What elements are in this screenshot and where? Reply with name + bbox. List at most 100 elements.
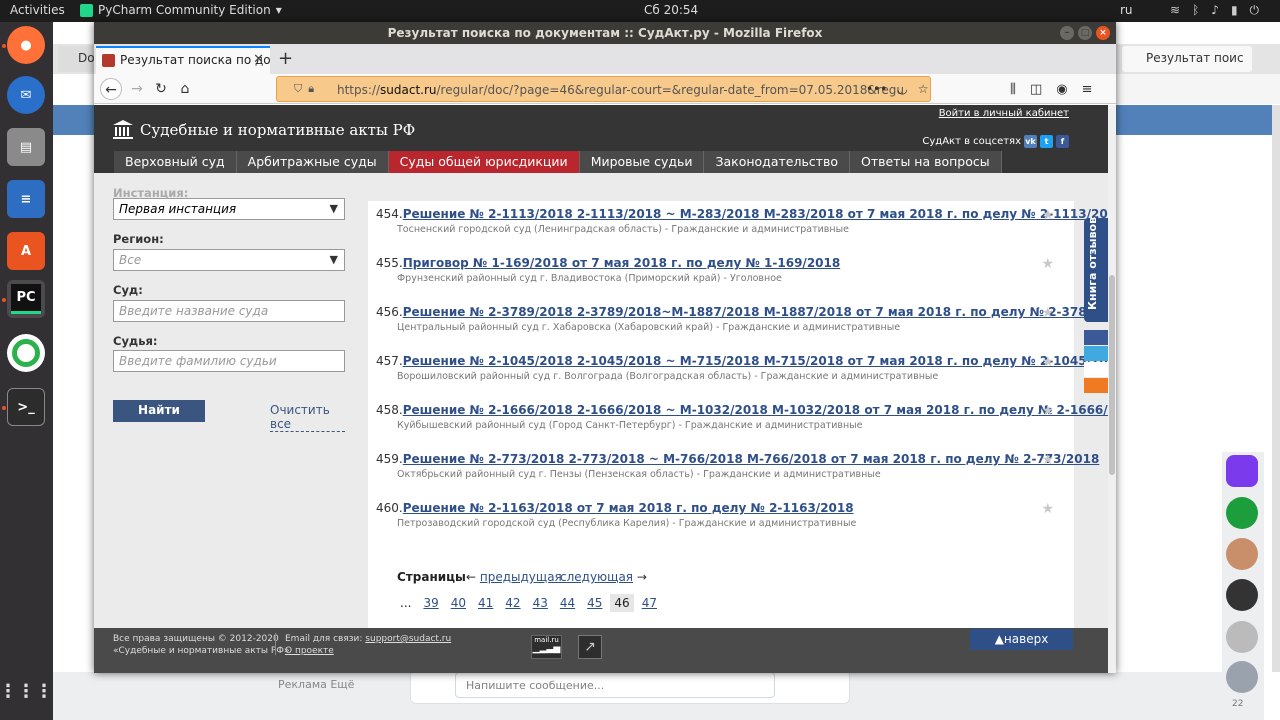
battery-icon[interactable]: ▮	[1231, 3, 1238, 18]
prev-page-link[interactable]: предыдущая	[480, 570, 562, 584]
tab-close-icon[interactable]: ✕	[253, 52, 264, 67]
favorite-star-icon[interactable]: ★	[1041, 305, 1054, 321]
favorite-star-icon[interactable]: ★	[1041, 207, 1054, 223]
close-button[interactable]: ×	[1096, 26, 1110, 40]
region-select[interactable]: Все ▼	[113, 249, 345, 271]
menu-item-supreme-court[interactable]: Верховный суд	[114, 151, 237, 173]
menu-item-legislation[interactable]: Законодательство	[704, 151, 850, 173]
background-tab-left[interactable]: Do	[58, 46, 94, 72]
background-scrollbar[interactable]	[1272, 105, 1280, 672]
result-link[interactable]: Приговор № 1-169/2018 от 7 мая 2018 г. п…	[403, 256, 841, 270]
chat-avatar[interactable]	[1226, 455, 1258, 487]
page-link[interactable]: 41	[474, 594, 497, 612]
new-tab-button[interactable]: +	[278, 48, 293, 69]
firefox-icon[interactable]: ●	[7, 26, 45, 64]
chat-avatar[interactable]	[1226, 621, 1258, 653]
power-icon[interactable]: ⏻	[1250, 3, 1260, 18]
files-icon[interactable]: ▤	[7, 128, 45, 166]
to-top-button[interactable]: ▲наверх	[970, 629, 1073, 650]
menu-item-general-courts[interactable]: Суды общей юрисдикции	[388, 151, 580, 173]
result-link[interactable]: Решение № 2-1666/2018 2-1666/2018 ~ М-10…	[403, 403, 1108, 417]
pagination-next[interactable]: следующая →	[560, 570, 647, 584]
ad-links[interactable]: Реклама Ещё	[278, 678, 354, 691]
page-actions-menu[interactable]: •••	[866, 82, 887, 96]
back-button[interactable]: ←	[100, 78, 122, 100]
judge-input[interactable]: Введите фамилию судьи	[113, 350, 345, 372]
page-link[interactable]: 40	[447, 594, 470, 612]
favorite-star-icon[interactable]: ★	[1041, 403, 1054, 419]
clear-all-link[interactable]: Очистить все	[270, 403, 345, 432]
feedback-tab[interactable]: Книга отзывов	[1084, 217, 1108, 322]
software-center-icon[interactable]: A	[7, 232, 45, 270]
vk-icon[interactable]: vk	[1024, 135, 1037, 148]
account-icon[interactable]: ◉	[1056, 82, 1067, 97]
bookmark-star-icon[interactable]: ☆	[918, 82, 929, 96]
library-icon[interactable]: ⫼	[1010, 82, 1016, 97]
scrollbar-thumb[interactable]	[1109, 275, 1115, 475]
background-tab-right[interactable]: Результат поис	[1122, 46, 1252, 72]
email-link[interactable]: support@sudact.ru	[365, 634, 451, 644]
side-facebook-button[interactable]	[1084, 330, 1108, 345]
side-ok-button[interactable]	[1084, 378, 1108, 393]
writer-icon[interactable]: ≡	[7, 180, 45, 218]
page-link[interactable]: 45	[583, 594, 606, 612]
result-link[interactable]: Решение № 2-1045/2018 2-1045/2018 ~ М-71…	[403, 354, 1108, 368]
about-link[interactable]: О проекте	[285, 645, 451, 657]
court-input[interactable]: Введите название суда	[113, 300, 345, 322]
home-button[interactable]: ⌂	[174, 78, 196, 100]
page-link[interactable]: 43	[529, 594, 552, 612]
instance-select[interactable]: Первая инстанция ▼	[113, 198, 345, 220]
page-link[interactable]: 47	[638, 594, 661, 612]
result-link[interactable]: Решение № 2-1113/2018 2-1113/2018 ~ М-28…	[403, 207, 1108, 221]
window-titlebar[interactable]: Результат поиска по документам :: СудАкт…	[94, 22, 1116, 44]
system-tray[interactable]: ≋ ᛒ ♪ ▮ ⏻	[1170, 3, 1259, 18]
pagination-prev[interactable]: ← предыдущая	[466, 570, 562, 584]
result-link[interactable]: Решение № 2-1163/2018 от 7 мая 2018 г. п…	[403, 501, 854, 515]
sidebar-icon[interactable]: ◫	[1030, 82, 1042, 97]
side-twitter-button[interactable]	[1084, 346, 1108, 361]
favorite-star-icon[interactable]: ★	[1041, 256, 1054, 272]
bluetooth-icon[interactable]: ᛒ	[1192, 3, 1199, 18]
minimize-button[interactable]: –	[1060, 26, 1074, 40]
chat-avatar[interactable]	[1226, 661, 1258, 693]
sync-app-icon[interactable]	[7, 334, 45, 372]
hamburger-menu-icon[interactable]: ≡	[1082, 82, 1093, 97]
page-link[interactable]: 44	[556, 594, 579, 612]
app-grid-icon[interactable]: ⋮⋮⋮	[0, 672, 53, 710]
favorite-star-icon[interactable]: ★	[1041, 501, 1054, 517]
maximize-button[interactable]: □	[1078, 26, 1092, 40]
twitter-icon[interactable]: t	[1040, 135, 1053, 148]
login-link[interactable]: Войти в личный кабинет	[939, 108, 1069, 119]
tracking-shield-icon[interactable]: ⛉	[294, 82, 302, 96]
page-link[interactable]: 39	[419, 594, 442, 612]
thunderbird-icon[interactable]: ✉	[7, 76, 45, 114]
tab-active[interactable]: Результат поиска по до ✕	[96, 46, 270, 74]
favorite-star-icon[interactable]: ★	[1041, 354, 1054, 370]
app-menu[interactable]: PyCharm Community Edition ▾	[80, 3, 282, 17]
pocket-icon[interactable]: ◡	[897, 82, 907, 96]
facebook-icon[interactable]: f	[1056, 135, 1069, 148]
page-link[interactable]: 42	[501, 594, 524, 612]
chat-avatar[interactable]	[1226, 579, 1258, 611]
favorite-star-icon[interactable]: ★	[1041, 452, 1054, 468]
menu-item-faq[interactable]: Ответы на вопросы	[849, 151, 1002, 173]
menu-item-magistrates[interactable]: Мировые судьи	[579, 151, 705, 173]
result-link[interactable]: Решение № 2-3789/2018 2-3789/2018~М-1887…	[403, 305, 1108, 319]
chat-avatar[interactable]	[1226, 538, 1258, 570]
message-input[interactable]: Напишите сообщение...	[455, 672, 775, 698]
next-page-link[interactable]: следующая	[560, 570, 633, 584]
page-scrollbar[interactable]	[1108, 105, 1116, 673]
find-button[interactable]: Найти	[113, 400, 205, 422]
external-arrow-icon[interactable]: ↗	[578, 635, 602, 659]
forward-button[interactable]: →	[126, 78, 148, 100]
menu-item-arbitration[interactable]: Арбитражные суды	[236, 151, 389, 173]
network-icon[interactable]: ≋	[1170, 3, 1180, 18]
volume-icon[interactable]: ♪	[1211, 3, 1219, 18]
side-share-button[interactable]	[1084, 362, 1108, 377]
reload-button[interactable]: ↻	[150, 78, 172, 100]
result-link[interactable]: Решение № 2-773/2018 2-773/2018 ~ М-766/…	[403, 452, 1100, 466]
clock[interactable]: Сб 20:54	[644, 3, 698, 17]
mailru-counter[interactable]: mail.ru ▁▂▃▅	[531, 635, 562, 659]
terminal-icon[interactable]: >_	[7, 388, 45, 426]
site-logo[interactable]: Судебные и нормативные акты РФ	[112, 119, 415, 141]
